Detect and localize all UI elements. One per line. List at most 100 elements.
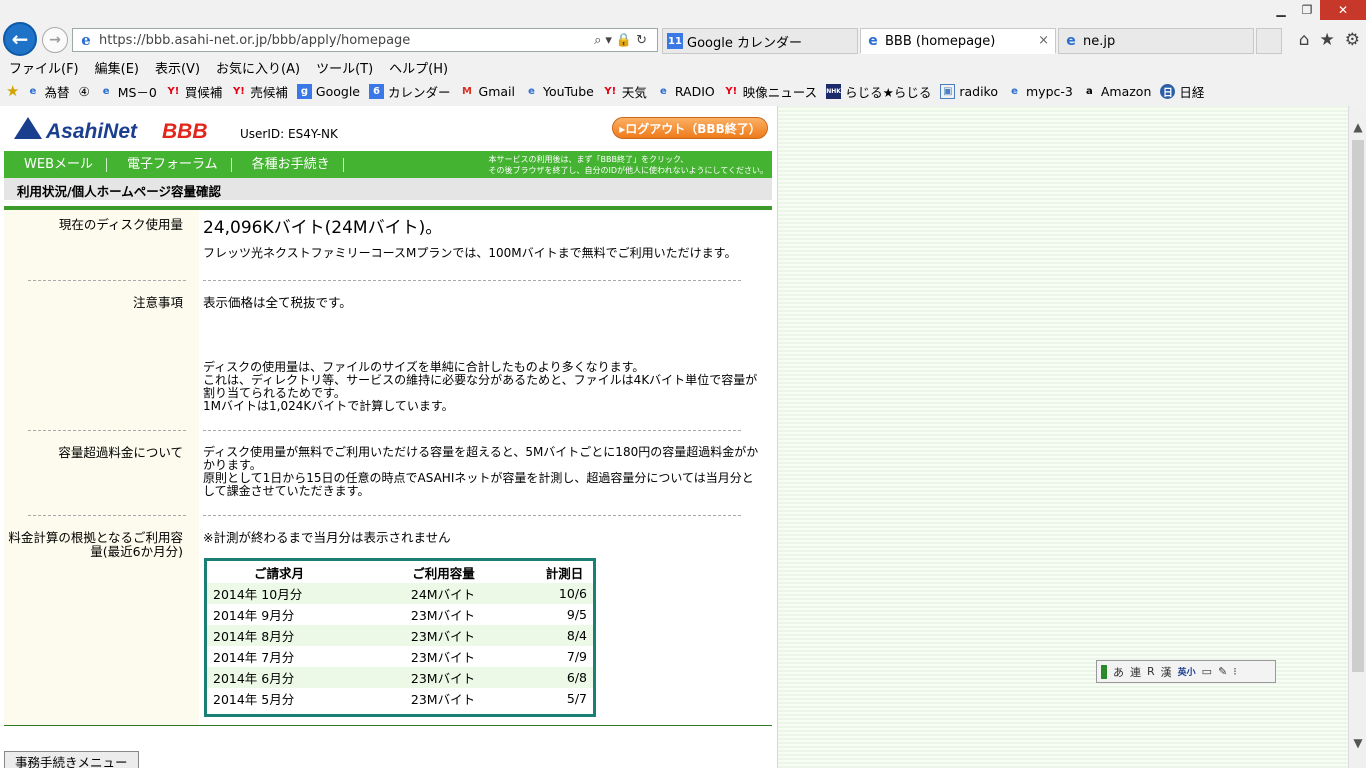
ie-icon: e — [29, 85, 37, 97]
fav-item[interactable]: e YouTube — [524, 84, 594, 99]
fav-item[interactable]: NHK らじる★らじる — [826, 82, 931, 101]
nikkei-icon: 日 — [1160, 83, 1176, 99]
fav-item[interactable]: ④ — [78, 84, 89, 99]
scroll-thumb[interactable] — [1352, 140, 1364, 672]
url-text[interactable]: https://bbb.asahi-net.or.jp/bbb/apply/ho… — [99, 33, 594, 48]
ie-icon: e — [659, 85, 667, 97]
ime-menu-icon[interactable]: ⁝ — [1233, 665, 1237, 678]
vertical-scrollbar[interactable]: ▲ ▼ — [1348, 106, 1366, 768]
close-tab-icon[interactable]: × — [1038, 33, 1049, 48]
tab-ne-jp[interactable]: e ne.jp — [1058, 28, 1254, 54]
ime-mode-hiragana[interactable]: あ — [1113, 664, 1124, 680]
table-row: 2014年 6月分 23Mバイト 6/8 — [207, 667, 593, 688]
page-title: 利用状況/個人ホームページ容量確認 — [4, 178, 772, 200]
table-row: 2014年 8月分 23Mバイト 8/4 — [207, 625, 593, 646]
yahoo-icon: Y! — [725, 85, 738, 97]
ime-tool-icon[interactable]: ✎ — [1218, 665, 1227, 678]
home-icon[interactable]: ⌂ — [1299, 30, 1310, 50]
divider — [28, 515, 186, 516]
table-cell-month: 2014年 7月分 — [213, 650, 295, 665]
divider — [203, 280, 741, 281]
ime-mode-r[interactable]: R — [1147, 665, 1155, 678]
fav-item[interactable]: Y! 買候補 — [166, 82, 222, 101]
table-cell-usage: 23Mバイト — [410, 692, 476, 707]
menu-favorites[interactable]: お気に入り(A) — [216, 58, 300, 77]
fav-item[interactable]: e RADIO — [656, 84, 715, 99]
menu-edit[interactable]: 編集(E) — [95, 58, 139, 77]
ie-icon: e — [1066, 33, 1076, 49]
new-tab-button[interactable] — [1256, 28, 1282, 54]
ime-pad-icon[interactable]: ▭ — [1202, 665, 1212, 678]
table-cell-month: 2014年 9月分 — [213, 608, 295, 623]
tab-google-calendar[interactable]: 11 Google カレンダー — [662, 28, 858, 54]
nav-notice: 本サービスの利用後は、まず「BBB終了」をクリック、 その後ブラウザを終了し、自… — [488, 155, 768, 175]
divider — [203, 515, 741, 516]
table-cell-month: 2014年 6月分 — [207, 667, 351, 688]
gmail-icon: M — [462, 85, 472, 97]
calendar-icon: 11 — [667, 33, 683, 49]
table-cell-date: 8/4 — [536, 625, 593, 646]
table-cell-usage: 23Mバイト — [410, 650, 476, 665]
menu-view[interactable]: 表示(V) — [155, 58, 200, 77]
forward-button[interactable]: → — [42, 27, 68, 53]
table-row: 2014年 5月分 23Mバイト 5/7 — [207, 688, 593, 709]
gear-icon[interactable]: ⚙ — [1345, 30, 1360, 50]
fav-item[interactable]: 日日経 — [1160, 82, 1204, 101]
logout-button[interactable]: ▸ログアウト（BBB終了） — [612, 117, 768, 139]
table-cell-date: 6/8 — [536, 667, 593, 688]
back-button[interactable]: ← — [3, 22, 37, 56]
maximize-icon[interactable]: ❐ — [1294, 0, 1320, 20]
fav-item[interactable]: Y! 天気 — [603, 82, 646, 101]
site-header: AsahiNet BBB UserID: ES4Y-NK ▸ログアウト（BBB終… — [0, 106, 775, 150]
ime-mode-eng[interactable]: 英小 — [1178, 665, 1196, 678]
favorites-star-icon[interactable]: ★ — [6, 82, 19, 100]
fav-item[interactable]: a Amazon — [1082, 84, 1151, 99]
minimize-icon[interactable]: ▁ — [1268, 0, 1294, 20]
procedures-menu-button[interactable]: 事務手続きメニューへ — [4, 751, 139, 768]
table-cell-month: 2014年 8月分 — [207, 625, 351, 646]
logo-text: AsahiNet — [46, 120, 138, 143]
scroll-up-icon[interactable]: ▲ — [1349, 120, 1366, 134]
address-bar[interactable]: e https://bbb.asahi-net.or.jp/bbb/apply/… — [72, 28, 658, 52]
window-controls: ▁ ❐ ✕ — [1268, 0, 1366, 22]
table-row: 2014年 9月分 23Mバイト 9/5 — [207, 604, 593, 625]
fav-item[interactable]: ▣ radiko — [940, 83, 998, 99]
ime-mode-ren[interactable]: 連 — [1130, 664, 1141, 680]
fav-item[interactable]: Y! 売候補 — [231, 82, 288, 101]
tab-bbb-homepage[interactable]: e BBB (homepage) × — [860, 28, 1056, 54]
scroll-down-icon[interactable]: ▼ — [1349, 736, 1366, 750]
nav-forum[interactable]: 電子フォーラム — [107, 157, 232, 172]
column-header: ご利用容量 — [412, 565, 475, 581]
nav-procedures[interactable]: 各種お手続き — [232, 157, 344, 172]
nav-webmail[interactable]: WEBメール — [4, 157, 107, 172]
usage-note: フレッツ光ネクストファミリーコースMプランでは、100Mバイトまで無料でご利用い… — [203, 246, 737, 260]
fav-item[interactable]: g Google — [296, 83, 360, 99]
usage-label: 現在のディスク使用量 — [58, 217, 183, 232]
ime-grip-icon[interactable] — [1101, 664, 1107, 679]
fav-item[interactable]: e MS－0 — [99, 82, 157, 101]
browser-chrome: ← → e https://bbb.asahi-net.or.jp/bbb/ap… — [0, 0, 1366, 106]
tab-label: ne.jp — [1083, 33, 1116, 49]
menu-file[interactable]: ファイル(F) — [9, 58, 79, 77]
fav-item[interactable]: e mypc-3 — [1007, 84, 1073, 99]
yahoo-icon: Y! — [167, 85, 180, 97]
amazon-icon: a — [1085, 85, 1093, 97]
table-row: 2014年 7月分 23Mバイト 7/9 — [207, 646, 593, 667]
fav-item[interactable]: M Gmail — [460, 84, 515, 99]
table-cell-date: 5/7 — [566, 691, 587, 706]
favorites-star-icon[interactable]: ★ — [1320, 30, 1335, 50]
asahinet-logo-icon — [14, 117, 42, 139]
fav-item[interactable]: 6 カレンダー — [369, 82, 451, 101]
fav-item[interactable]: Y! 映像ニュース — [724, 82, 817, 101]
menu-help[interactable]: ヘルプ(H) — [389, 58, 448, 77]
ime-mode-kanji[interactable]: 漢 — [1161, 664, 1172, 680]
overage-line: 原則として1日から15日の任意の時点でASAHIネットが容量を計測し、超過容量分… — [203, 471, 754, 498]
fav-item[interactable]: e 為替 — [25, 82, 70, 101]
address-tools-icons[interactable]: ⌕▾🔒↻ — [594, 33, 657, 48]
close-window-icon[interactable]: ✕ — [1320, 0, 1366, 20]
menu-tools[interactable]: ツール(T) — [316, 58, 373, 77]
notice-line: 1Mバイトは1,024Kバイトで計算しています。 — [203, 399, 454, 413]
table-cell-usage: 23Mバイト — [350, 625, 536, 646]
tab-label: Google カレンダー — [687, 35, 802, 51]
table-cell-month: 2014年 10月分 — [207, 583, 351, 604]
